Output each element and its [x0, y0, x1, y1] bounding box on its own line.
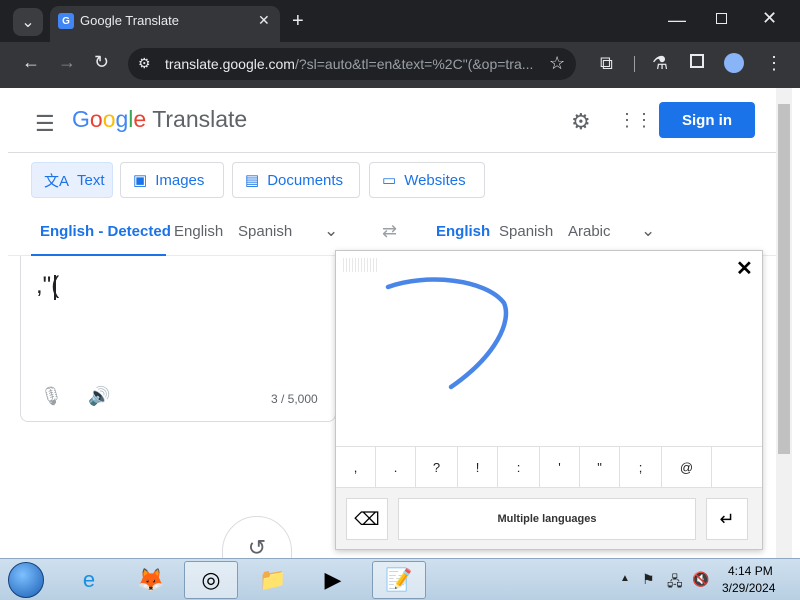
symbol-key[interactable]: ! [458, 447, 498, 487]
swap-languages-icon[interactable]: ⇄ [382, 221, 397, 242]
window-minimize-icon[interactable]: — [668, 10, 686, 31]
reload-icon[interactable]: ↻ [94, 52, 109, 73]
labs-flask-icon[interactable]: ⚗ [652, 53, 668, 74]
symbol-key[interactable]: ' [540, 447, 580, 487]
symbol-key[interactable]: " [580, 447, 620, 487]
source-lang-detected-tab[interactable]: English - Detected [40, 223, 171, 240]
multiple-languages-button[interactable]: Multiple languages [398, 498, 696, 540]
clock-time[interactable]: 4:14 PM [728, 564, 773, 578]
settings-gear-icon[interactable]: ⚙ [571, 109, 591, 135]
logo-product-name: Translate [152, 106, 248, 132]
forward-arrow-icon[interactable]: → [58, 52, 76, 73]
media-player-icon[interactable]: ▶ [306, 561, 360, 599]
symbol-key[interactable]: , [336, 447, 376, 487]
internet-explorer-icon[interactable]: e [62, 561, 116, 599]
google-translate-favicon-icon: G [58, 13, 74, 29]
source-lang-spanish-tab[interactable]: Spanish [238, 223, 292, 240]
edge-browser-icon[interactable]: ◎ [184, 561, 238, 599]
action-center-flag-icon[interactable]: ⚑ [642, 571, 655, 588]
clock-date[interactable]: 3/29/2024 [722, 581, 775, 595]
firefox-icon[interactable]: 🦊 [124, 561, 178, 599]
mode-text-button[interactable]: 文A Text [31, 162, 113, 198]
extensions-puzzle-icon[interactable]: ⧉ [600, 53, 613, 74]
text-caret [54, 275, 56, 300]
sign-in-button[interactable]: Sign in [659, 102, 755, 138]
microphone-icon[interactable]: 🎙 [40, 386, 63, 407]
handwriting-stroke [385, 277, 509, 390]
profile-avatar-icon[interactable] [724, 53, 744, 73]
scrollbar-thumb[interactable] [778, 104, 790, 454]
website-icon: ▭ [382, 172, 397, 189]
document-icon: ▤ [245, 172, 260, 189]
url-text[interactable]: translate.google.com/?sl=auto&tl=en&text… [165, 56, 545, 72]
tab-title: Google Translate [80, 13, 180, 28]
handwriting-symbol-row: , . ? ! : ' " ; @ [336, 446, 762, 487]
tab-close-icon[interactable]: ✕ [258, 12, 270, 29]
source-lang-more-chevron-icon[interactable]: ⌄ [324, 221, 338, 241]
translate-icon: 文A [44, 172, 70, 190]
new-tab-icon[interactable]: + [292, 10, 304, 33]
handwriting-canvas[interactable] [336, 251, 762, 445]
more-vert-icon[interactable]: ⋮ [765, 53, 783, 74]
mode-images-button[interactable]: ▣ Images [120, 162, 224, 198]
url-host: translate.google.com [165, 56, 295, 72]
target-lang-more-chevron-icon[interactable]: ⌄ [641, 221, 655, 241]
listen-speaker-icon[interactable]: 🔊 [88, 386, 110, 407]
window-close-icon[interactable]: ✕ [762, 8, 777, 29]
main-menu-icon[interactable]: ☰ [35, 111, 55, 137]
symbol-key[interactable]: ; [620, 447, 662, 487]
header-divider [8, 152, 776, 153]
target-lang-arabic-tab[interactable]: Arabic [568, 223, 611, 240]
symbol-key[interactable]: ? [416, 447, 458, 487]
network-icon[interactable]: 🖧 [667, 571, 683, 595]
notepad-icon[interactable]: 📝 [372, 561, 426, 599]
back-arrow-icon[interactable]: ← [22, 52, 40, 73]
handwriting-backspace-icon[interactable]: ⌫ [346, 498, 388, 540]
volume-muted-icon[interactable]: 🔇 [692, 571, 709, 588]
side-panel-icon[interactable] [690, 54, 704, 68]
mode-websites-button[interactable]: ▭ Websites [369, 162, 485, 198]
site-settings-icon[interactable]: ⚙ [138, 55, 151, 72]
tab-search-button[interactable]: ⌄ [13, 8, 43, 36]
image-icon: ▣ [133, 172, 148, 189]
mode-documents-button[interactable]: ▤ Documents [232, 162, 360, 198]
file-explorer-icon[interactable]: 📁 [246, 561, 300, 599]
bookmark-star-icon[interactable]: ☆ [549, 53, 565, 74]
toolbar-divider [634, 56, 635, 72]
character-count: 3 / 5,000 [271, 392, 318, 406]
symbol-key[interactable]: . [376, 447, 416, 487]
start-button[interactable] [8, 562, 44, 598]
source-lang-english-tab[interactable]: English [174, 223, 223, 240]
google-translate-logo[interactable]: Google Translate [72, 106, 247, 133]
target-lang-spanish-tab[interactable]: Spanish [499, 223, 553, 240]
symbol-key[interactable]: @ [662, 447, 712, 487]
symbol-key[interactable]: : [498, 447, 540, 487]
handwriting-enter-icon[interactable]: ↵ [706, 498, 748, 540]
window-maximize-icon[interactable] [716, 13, 727, 24]
target-lang-english-tab[interactable]: English [436, 223, 490, 240]
symbol-key[interactable] [712, 447, 762, 487]
url-path: /?sl=auto&tl=en&text=%2C"(&op=tra... [294, 56, 534, 72]
show-hidden-icons-icon[interactable]: ▲ [620, 573, 630, 584]
